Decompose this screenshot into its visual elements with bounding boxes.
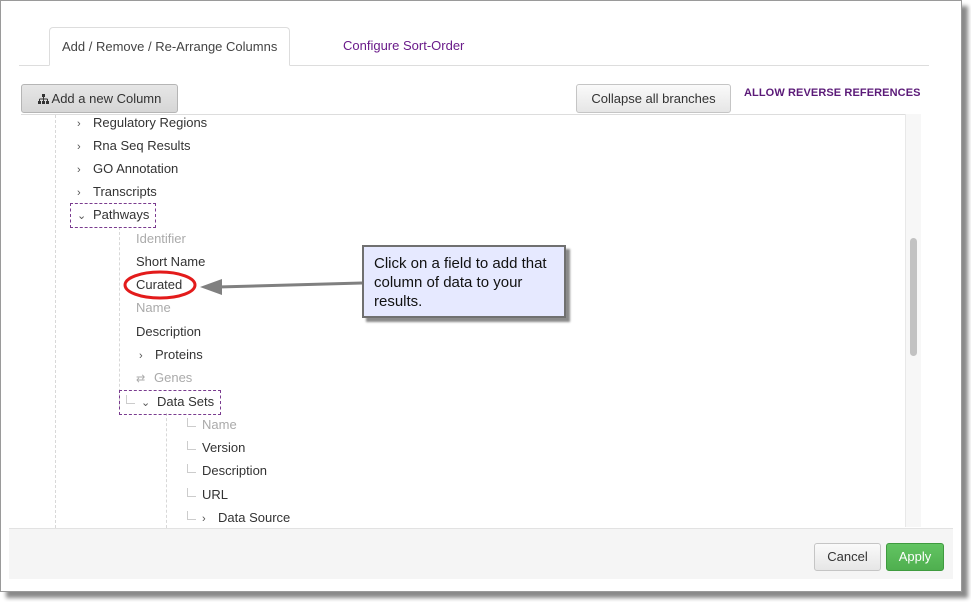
arrow-head-icon xyxy=(200,279,222,295)
highlight-circle xyxy=(123,270,197,300)
instruction-callout: Click on a field to add that column of d… xyxy=(362,245,566,318)
callout-arrow-line xyxy=(217,281,363,289)
